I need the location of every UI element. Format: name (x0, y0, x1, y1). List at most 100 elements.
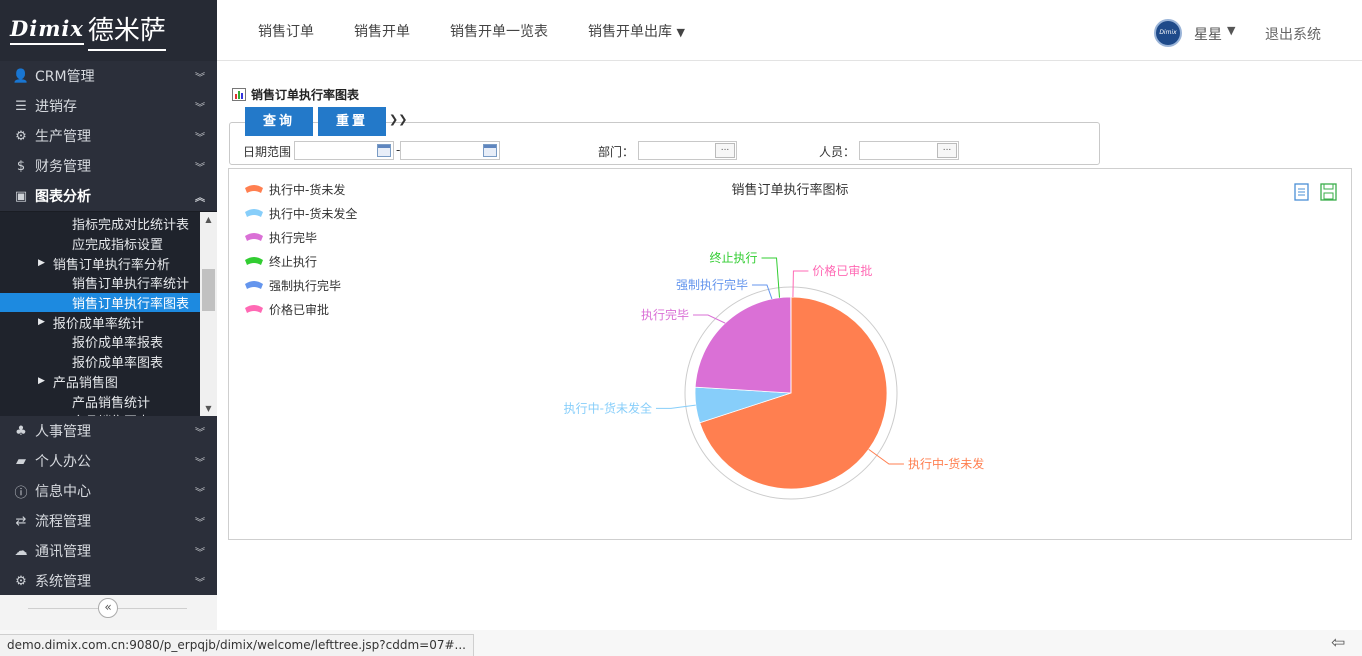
sidebar-item-b4[interactable]: ☁ 通讯管理 ︾ (0, 536, 217, 566)
chevron-down-icon: ︾ (195, 517, 205, 529)
query-button[interactable]: 查询 (245, 107, 313, 136)
tree-item-label: 报价成单率报表 (72, 336, 164, 352)
pie-slice[interactable] (694, 296, 792, 394)
nav-sales-order[interactable]: 销售订单 (258, 21, 314, 41)
sidebar-item-t2[interactable]: ⚙ 生产管理 ︾ (0, 121, 217, 151)
person-label: 人员： (819, 145, 856, 159)
tree-item[interactable]: 报价成单率图表 (0, 352, 217, 372)
sidebar-item-b3[interactable]: ⇄ 流程管理 ︾ (0, 506, 217, 536)
tree-item[interactable]: 销售订单执行率统计 (0, 273, 217, 293)
scroll-up-arrow-icon[interactable]: ▲ (200, 212, 217, 228)
save-image-icon[interactable] (1320, 183, 1337, 201)
date-end-input[interactable] (400, 141, 500, 160)
calendar-icon[interactable] (483, 144, 497, 157)
chevron-down-icon: ︾ (195, 132, 205, 144)
sidebar-item-t3[interactable]: $ 财务管理 ︾ (0, 151, 217, 181)
tree-item[interactable]: 指标完成对比统计表 (0, 214, 217, 234)
nav-sales-invoice-outbound[interactable]: 销售开单出库 ▼ (588, 21, 685, 41)
sidebar-item-label: 信息中心 (35, 484, 91, 500)
sidebar-item-t4[interactable]: ▣ 图表分析 ︽ (0, 181, 217, 211)
legend-swatch (245, 185, 263, 193)
tree-item[interactable]: ▶ 产品销售图 (0, 372, 217, 392)
caret-right-icon: ▶ (38, 317, 45, 328)
sidebar-item-b2[interactable]: ⓘ 信息中心 ︾ (0, 476, 217, 506)
tree-item-label: 报价成单率统计 (52, 316, 144, 332)
pie-label: 执行中-货未发全 (564, 400, 652, 415)
caret-down-icon: ▼ (676, 26, 685, 39)
collapse-left-icon[interactable]: « (98, 598, 118, 618)
top-menu: 👤 CRM管理 ︾ ☰ 进销存 ︾ ⚙ 生产管理 ︾ $ 财务管理 ︾ ▣ 图表分析 ︽ (0, 61, 217, 211)
pie-label: 执行完毕 (641, 307, 689, 322)
tree-item-label: 应完成指标设置 (72, 238, 164, 254)
user-caret-down-icon[interactable]: ▼ (1227, 24, 1235, 37)
double-chevron-down-icon[interactable]: ❯❯ (389, 113, 407, 126)
logout-link[interactable]: 退出系统 (1265, 24, 1321, 44)
sidebar-item-b0[interactable]: ♣ 人事管理 ︾ (0, 416, 217, 446)
legend-label: 执行中-货未发 (269, 182, 345, 197)
sidebar-item-b1[interactable]: ▰ 个人办公 ︾ (0, 446, 217, 476)
user-name[interactable]: 星星 (1194, 24, 1222, 44)
pie-label: 终止执行 (709, 250, 757, 265)
legend-label: 强制执行完毕 (269, 278, 341, 293)
tree-item[interactable]: ▶ 销售订单执行率分析 (0, 253, 217, 273)
gears-icon: ⚙ (15, 128, 27, 144)
pie-label: 价格已审批 (812, 263, 872, 278)
sidebar-item-label: 通讯管理 (35, 544, 91, 560)
legend-item[interactable]: 强制执行完毕 (245, 278, 341, 293)
page-title: 销售订单执行率图表 (232, 86, 359, 103)
date-start-input[interactable] (294, 141, 394, 160)
tree-scrollbar[interactable]: ▲ ▼ (200, 212, 217, 416)
header: 销售订单 销售开单 销售开单一览表 销售开单出库 ▼ Dimix 星星 ▼ 退出… (217, 0, 1362, 61)
scroll-thumb[interactable] (202, 269, 215, 311)
nav-sales-invoice-list[interactable]: 销售开单一览表 (450, 21, 548, 41)
legend-label: 执行中-货未发全 (269, 206, 357, 221)
tree-item-label: 销售订单执行率分析 (52, 257, 170, 273)
chart-legend: 执行中-货未发执行中-货未发全执行完毕终止执行强制执行完毕价格已审批 (245, 182, 357, 317)
sidebar-item-t1[interactable]: ☰ 进销存 ︾ (0, 91, 217, 121)
tree-item[interactable]: 产品销售统计 (0, 391, 217, 411)
sidebar-item-label: 财务管理 (35, 159, 91, 175)
sidebar-item-label: 系统管理 (35, 574, 91, 590)
pie-label-line (761, 257, 781, 298)
tree-item[interactable]: 销售订单执行率图表 (0, 292, 200, 313)
logo-brand-cn: 德米萨 (87, 10, 166, 51)
legend-item[interactable]: 终止执行 (245, 254, 317, 269)
scroll-down-arrow-icon[interactable]: ▼ (200, 401, 217, 416)
tree-item[interactable]: 应完成指标设置 (0, 234, 217, 254)
tree-item-label: 报价成单率图表 (72, 356, 164, 372)
gear-icon: ⚙ (15, 573, 27, 589)
sidebar-collapse-bar: « (0, 595, 217, 630)
tree-item-label: 销售订单执行率图表 (72, 297, 190, 313)
logo: Dimix 德米萨 (0, 0, 217, 61)
data-view-icon[interactable] (1294, 183, 1309, 201)
legend-item[interactable]: 执行中-货未发 (245, 182, 345, 197)
pie-label-line (792, 270, 809, 298)
back-arrow-icon[interactable]: ⇦ (1331, 633, 1345, 653)
person-input[interactable]: ... (859, 141, 959, 160)
person-picker-button[interactable]: ... (937, 143, 957, 158)
tree-item[interactable]: ▶ 报价成单率统计 (0, 312, 217, 332)
legend-swatch (245, 209, 263, 217)
people-icon: ♣ (15, 423, 27, 439)
sidebar-item-b5[interactable]: ⚙ 系统管理 ︾ (0, 566, 217, 596)
dollar-icon: $ (16, 158, 26, 174)
dept-picker-button[interactable]: ... (715, 143, 735, 158)
calendar-icon[interactable] (377, 144, 391, 157)
legend-swatch (245, 305, 263, 313)
tree-item[interactable]: 报价成单率报表 (0, 332, 217, 352)
reset-button[interactable]: 重置 (318, 107, 386, 136)
dept-input[interactable]: ... (638, 141, 737, 160)
pie-label-line (751, 284, 773, 300)
list-icon: ☰ (15, 98, 27, 114)
pie-label-line (868, 448, 904, 465)
avatar[interactable]: Dimix (1154, 19, 1182, 47)
sidebar-item-t0[interactable]: 👤 CRM管理 ︾ (0, 61, 217, 91)
nav-sales-invoice[interactable]: 销售开单 (354, 21, 410, 41)
bottom-menu: ♣ 人事管理 ︾ ▰ 个人办公 ︾ ⓘ 信息中心 ︾ ⇄ 流程管理 ︾ ☁ 通讯管理 ︾ ⚙ 系统管理 ︾ (0, 416, 217, 596)
pie-label-line (655, 404, 696, 409)
legend-item[interactable]: 价格已审批 (245, 302, 329, 317)
legend-item[interactable]: 执行中-货未发全 (245, 206, 357, 221)
legend-item[interactable]: 执行完毕 (245, 230, 317, 245)
user-icon: 👤 (12, 68, 30, 84)
chevron-down-icon: ︾ (195, 162, 205, 174)
